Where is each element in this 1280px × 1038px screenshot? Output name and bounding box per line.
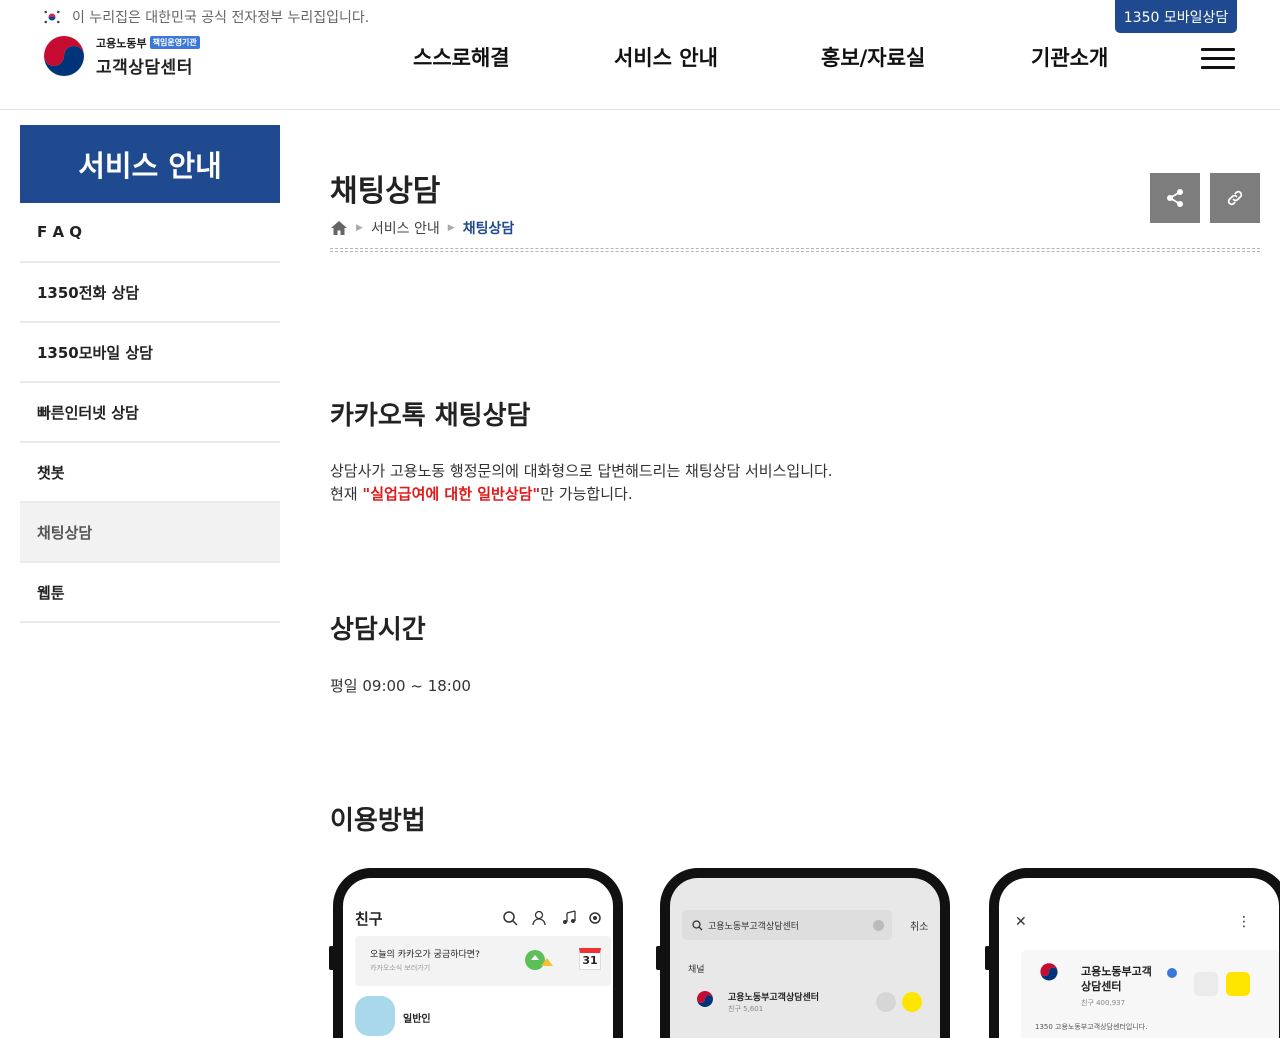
- kakao-desc-line1: 상담사가 고용노동 행정문의에 대화형으로 답변해드리는 채팅상담 서비스입니다…: [330, 462, 833, 480]
- kakao-news-banner[interactable]: 오늘의 카카오가 궁금하다면? 카카오소식 보러가기 31: [355, 936, 611, 986]
- sidebar-item-chatbot[interactable]: 챗봇: [20, 443, 280, 503]
- avatar: [355, 996, 395, 1036]
- channel-profile-card: 고용노동부고객 상담센터 친구 400,937 1350 고용노동부고객상담센터입…: [1021, 950, 1279, 1038]
- chat-icon[interactable]: [1226, 972, 1250, 996]
- sidebar-item-mobile-consult[interactable]: 1350모바일 상담: [20, 323, 280, 383]
- sidebar-title: 서비스 안내: [20, 125, 280, 203]
- phone-mockup-friends: 친구 오늘의 카카오가 궁금하다면? 카카오소식 보러가기 31 일반인: [333, 868, 623, 1038]
- breadcrumb-separator-icon: ▶: [447, 223, 455, 233]
- mobile-consult-button[interactable]: 1350 모바일상담: [1115, 0, 1237, 33]
- channel-emblem-icon: [1040, 963, 1058, 981]
- close-icon[interactable]: ✕: [1015, 914, 1027, 930]
- channel-section-label: 채널: [688, 965, 705, 975]
- sidebar-item-faq[interactable]: F A Q: [20, 203, 280, 263]
- home-icon[interactable]: [876, 992, 896, 1012]
- share-button[interactable]: [1150, 173, 1200, 223]
- breadcrumb-separator-icon: ▶: [356, 223, 363, 233]
- highlight-unemployment: "실업급여에 대한 일반상담": [362, 485, 541, 503]
- section-title-kakao: 카카오톡 채팅상담: [330, 401, 531, 431]
- sidebar-menu: F A Q 1350전화 상담 1350모바일 상담 빠른인터넷 상담 챗봇 채…: [20, 203, 280, 623]
- channel-name: 고용노동부고객상담센터: [728, 993, 820, 1003]
- sidebar-item-phone-consult[interactable]: 1350전화 상담: [20, 263, 280, 323]
- nav-item-self-solve[interactable]: 스스로해결: [413, 42, 510, 72]
- phone-mockup-channel: ✕ ⋮ 고용노동부고객 상담센터 친구 400,937 1350 고용노동부고객상…: [989, 868, 1280, 1038]
- title-divider: [330, 248, 1260, 252]
- copy-link-button[interactable]: [1210, 173, 1260, 223]
- header-divider: [0, 109, 1280, 110]
- nav-item-about[interactable]: 기관소개: [1031, 42, 1108, 72]
- kakao-friends-title: 친구: [355, 910, 383, 928]
- menu-hamburger-icon[interactable]: [1201, 48, 1235, 70]
- search-text: 고용노동부고객상담센터: [708, 921, 800, 932]
- sidebar-item-webtoon[interactable]: 웹툰: [20, 563, 280, 623]
- verified-icon: [1167, 968, 1177, 978]
- kakao-toolbar-icons: [503, 910, 601, 926]
- kakao-desc-line2: 현재 "실업급여에 대한 일반상담"만 가능합니다.: [330, 485, 633, 503]
- breadcrumb-item[interactable]: 서비스 안내: [371, 218, 440, 238]
- breadcrumb-current: 채팅상담: [462, 221, 515, 237]
- search-icon: [692, 919, 703, 930]
- consult-hours: 평일 09:00 ~ 18:00: [330, 677, 471, 695]
- link-icon: [1227, 190, 1243, 206]
- home-icon[interactable]: [330, 220, 348, 236]
- sidebar-item-internet-consult[interactable]: 빠른인터넷 상담: [20, 383, 280, 443]
- section-title-usage: 이용방법: [330, 806, 426, 836]
- phone-mockup-search: 고용노동부고객상담센터 취소 채널 고용노동부고객상담센터 친구 5,601: [660, 868, 950, 1038]
- channel-title: 고용노동부고객 상담센터: [1081, 965, 1152, 993]
- nav-item-service-guide[interactable]: 서비스 안내: [614, 42, 718, 72]
- section-title-hours: 상담시간: [330, 615, 426, 645]
- gov-notice-bar: 이 누리집은 대한민국 공식 전자정부 누리집입니다.: [42, 6, 369, 28]
- recycle-icon: [525, 950, 553, 970]
- search-cancel[interactable]: 취소: [910, 918, 928, 933]
- channel-friends: 친구 400,937: [1081, 999, 1126, 1007]
- profile-name: 일반인: [403, 1014, 431, 1025]
- page-title: 채팅상담: [330, 174, 441, 209]
- clear-icon[interactable]: [873, 919, 884, 931]
- home-icon[interactable]: [1194, 972, 1218, 996]
- channel-friends: 친구 5,601: [728, 1005, 764, 1013]
- channel-emblem-icon: [697, 991, 713, 1007]
- share-icon: [1167, 189, 1183, 207]
- more-icon[interactable]: ⋮: [1237, 914, 1251, 930]
- calendar-icon: 31: [579, 948, 601, 970]
- kakao-search-bar[interactable]: 고용노동부고객상담센터: [682, 910, 892, 940]
- gov-notice-text: 이 누리집은 대한민국 공식 전자정부 누리집입니다.: [72, 10, 370, 26]
- main-navigation: 스스로해결 서비스 안내 홍보/자료실 기관소개: [0, 42, 1280, 78]
- chat-icon[interactable]: [902, 992, 922, 1012]
- section-kakao-description: 상담사가 고용노동 행정문의에 대화형으로 답변해드리는 채팅상담 서비스입니다…: [330, 460, 833, 506]
- nav-item-pr-library[interactable]: 홍보/자료실: [821, 42, 925, 72]
- sidebar-item-chat-consult[interactable]: 채팅상담: [20, 503, 280, 563]
- korea-flag-icon: [43, 10, 61, 24]
- breadcrumb: ▶ 서비스 안내 ▶ 채팅상담: [330, 218, 514, 238]
